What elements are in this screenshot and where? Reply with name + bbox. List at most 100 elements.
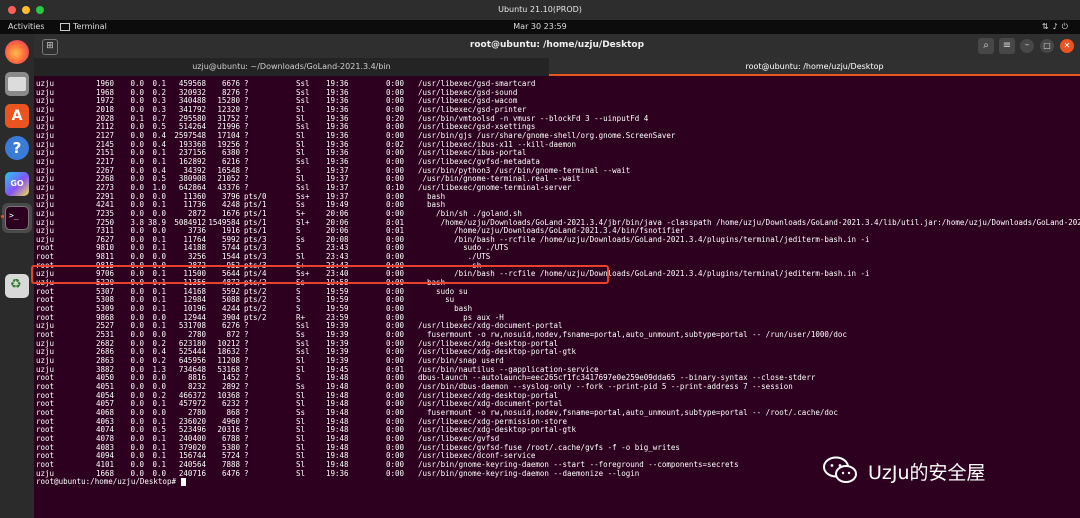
files-icon[interactable]	[5, 72, 29, 96]
process-stat: Sl	[296, 443, 306, 452]
close-icon[interactable]: ✕	[1060, 39, 1074, 53]
process-row: uzju 2863 0.0 0.2 645956 11208? Sl 19:39 0:00/us…	[34, 357, 1080, 366]
process-start: 20:06	[326, 227, 349, 236]
terminal-view[interactable]: uzju 1960 0.0 0.1 459568 6676? Ssl 19:36 0:00/us…	[34, 76, 1080, 518]
process-stat: S	[296, 305, 301, 314]
process-pid: 9811	[95, 253, 114, 262]
system-tray[interactable]: ⇅♪⏻	[1042, 20, 1072, 34]
process-stat: Sl	[296, 417, 306, 426]
process-cmd: /home/uzju/Downloads/GoLand-2021.3.4/bin…	[418, 227, 685, 236]
process-start: 19:45	[326, 365, 349, 374]
menu-icon[interactable]: ≡	[999, 38, 1015, 54]
process-rss: 2892	[221, 382, 240, 391]
prompt-text: root@ubuntu:/home/uzju/Desktop#	[36, 477, 181, 487]
process-user: uzju	[36, 114, 55, 123]
process-cpu: 0.0	[130, 460, 144, 469]
process-pid: 2127	[95, 131, 114, 140]
process-time: 0:00	[385, 175, 404, 184]
process-rss: 868	[226, 408, 240, 417]
process-stat: S	[296, 244, 301, 253]
process-vsz: 514264	[178, 123, 206, 132]
process-row: uzju 7311 0.0 0.0 3736 1916 pts/1 S 20:06 0:01 /h…	[34, 227, 1080, 236]
process-tty: ?	[244, 357, 249, 365]
process-tty: ?	[244, 426, 249, 435]
process-start: 19:48	[326, 400, 349, 409]
tab-desktop[interactable]: root@ubuntu: /home/uzju/Desktop	[549, 58, 1080, 76]
process-user: uzju	[36, 149, 55, 158]
process-tty: ?	[244, 434, 249, 443]
process-vsz: 236020	[178, 417, 206, 426]
process-time: 0:00	[385, 322, 404, 331]
software-store-icon[interactable]: A	[5, 104, 29, 128]
process-stat: S	[296, 227, 301, 236]
process-cmd: /usr/bin/gjs /usr/share/gnome-shell/org.…	[418, 131, 676, 140]
process-cmd: /usr/bin/nautilus --gapplication-service	[418, 365, 599, 374]
process-cmd: bash	[418, 201, 446, 210]
process-pid: 4068	[95, 408, 114, 417]
process-vsz: 240400	[178, 434, 206, 443]
process-cmd: /usr/bin/snap userd	[418, 357, 504, 365]
process-tty: pts/1	[244, 227, 267, 236]
process-tty: ?	[244, 114, 249, 123]
process-row: root 5307 0.0 0.1 14168 5592 pts/2 S 19:59 0:00 s…	[34, 288, 1080, 297]
process-cpu: 0.0	[130, 287, 144, 296]
process-cmd: /home/uzju/Downloads/GoLand-2021.3.4/jbr…	[418, 218, 1080, 227]
minimize-icon[interactable]: –	[1020, 39, 1034, 53]
vm-title: Ubuntu 21.10(PROD)	[498, 5, 582, 14]
process-rss: 6788	[221, 434, 240, 443]
process-row: root 9810 0.0 0.1 14188 5744 pts/3 S 23:43 0:00 s…	[34, 244, 1080, 253]
process-time: 0:01	[385, 365, 404, 374]
process-start: 19:36	[326, 149, 349, 158]
process-cmd: /usr/libexec/gvfsd-metadata	[418, 157, 540, 166]
process-row: uzju 2682 0.0 0.2 623180 10212? Ssl 19:39 0:00/u…	[34, 340, 1080, 349]
process-time: 0:20	[385, 114, 404, 123]
process-start: 19:48	[326, 417, 349, 426]
process-rss: 4960	[221, 417, 240, 426]
process-rss: 31752	[217, 114, 240, 123]
firefox-icon[interactable]	[5, 40, 29, 64]
search-icon[interactable]: ⌕	[978, 38, 994, 54]
process-stat: S	[296, 374, 301, 383]
process-time: 0:00	[385, 339, 404, 348]
help-icon[interactable]: ?	[5, 136, 29, 160]
process-user: uzju	[36, 123, 55, 132]
process-tty: ?	[244, 157, 249, 166]
process-cmd: /usr/bin/gnome-terminal.real --wait	[418, 175, 581, 184]
process-row: root 4083 0.0 0.1 379020 5380? Sl 19:48 0:00/usr…	[34, 444, 1080, 453]
process-cmd: /usr/libexec/xdg-desktop-portal	[418, 391, 558, 400]
process-time: 0:00	[385, 400, 404, 409]
process-time: 0:00	[385, 166, 404, 175]
trash-icon[interactable]	[5, 274, 29, 298]
process-rss: 1452	[221, 374, 240, 383]
process-vsz: 459568	[178, 80, 206, 88]
process-stat: Ss	[296, 201, 306, 210]
maximize-icon[interactable]: □	[1040, 39, 1054, 53]
process-time: 0:00	[385, 123, 404, 132]
process-cpu: 0.0	[130, 166, 144, 175]
process-start: 19:48	[326, 408, 349, 417]
process-vsz: 2597548	[174, 131, 206, 140]
highlight-annotation	[31, 265, 609, 284]
process-mem: 0.1	[152, 287, 166, 296]
terminal-icon[interactable]	[5, 206, 29, 230]
process-user: uzju	[36, 157, 55, 166]
process-time: 0:00	[385, 434, 404, 443]
process-stat: Ssl	[296, 322, 310, 331]
clock[interactable]: Mar 30 23:59	[0, 20, 1080, 34]
watermark-text: UzJu的安全屋	[868, 462, 986, 484]
tab-goland-bin[interactable]: uzju@ubuntu: ~/Downloads/GoLand-2021.3.4…	[34, 58, 549, 76]
process-cmd: /usr/bin/vmtoolsd -n vmusr --blockFd 3 -…	[418, 114, 649, 123]
process-time: 0:00	[385, 426, 404, 435]
process-start: 19:36	[326, 80, 349, 88]
process-time: 0:00	[385, 209, 404, 218]
process-rss: 1549584	[208, 218, 240, 227]
process-cpu: 0.0	[130, 322, 144, 331]
process-rss: 18632	[217, 348, 240, 357]
process-pid: 4051	[95, 382, 114, 391]
process-row: uzju 2151 0.0 0.1 237156 6380? Sl 19:36 0:00/usr…	[34, 149, 1080, 158]
process-row: uzju 2217 0.0 0.1 162892 6216? Ssl 19:36 0:00/us…	[34, 158, 1080, 167]
goland-icon[interactable]: GO	[5, 172, 29, 196]
process-row: root 4068 0.0 0.0 2780 868? Ss 19:48 0:00 fuserm…	[34, 409, 1080, 418]
process-user: uzju	[36, 218, 55, 227]
tab-bar: uzju@ubuntu: ~/Downloads/GoLand-2021.3.4…	[34, 58, 1080, 76]
